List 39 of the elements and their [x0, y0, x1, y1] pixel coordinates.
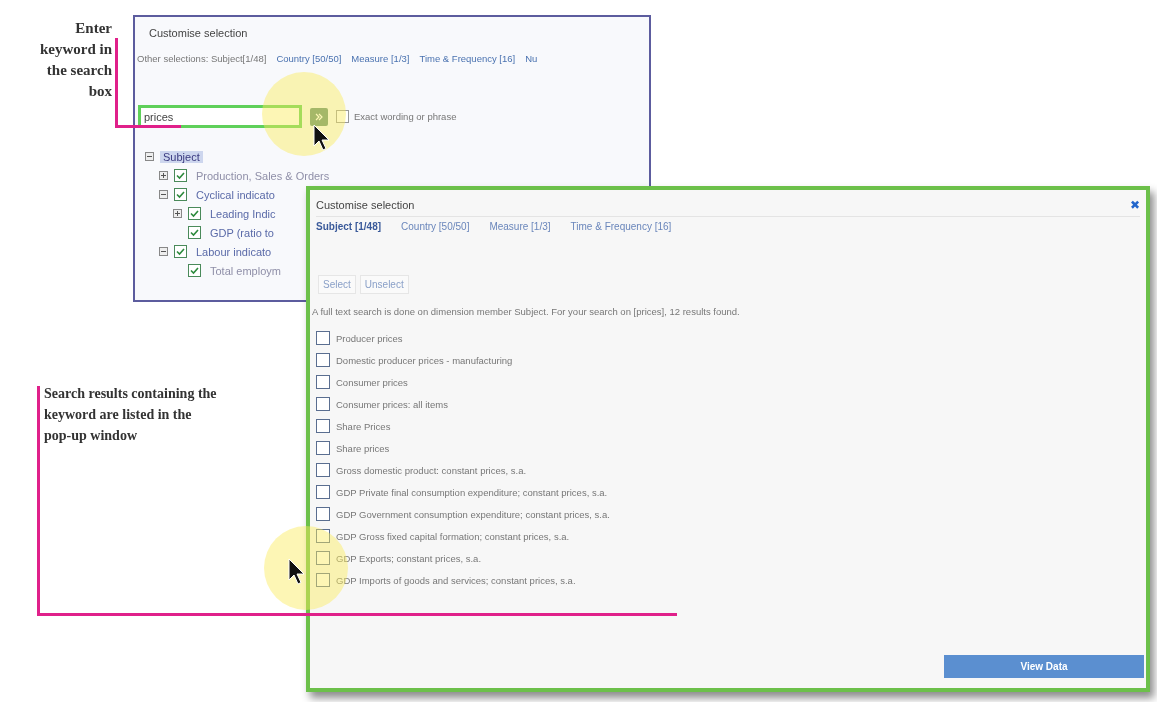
tab[interactable]: Subject [1/48] — [316, 221, 382, 232]
checkbox-label: Exact wording or phrase — [354, 111, 457, 122]
result-label: GDP Private final consumption expenditure; constant prices, s.a. — [336, 486, 608, 498]
tab[interactable]: Country [50/50] — [401, 221, 470, 232]
search-field[interactable]: prices — [138, 105, 302, 128]
callout-text: Enter keyword in the search box — [38, 19, 112, 101]
tree-item[interactable]: Labour indicato — [193, 245, 275, 258]
tree-item[interactable]: GDP (ratio to — [207, 226, 277, 239]
result-label: Producer prices — [336, 332, 403, 344]
result-label: GDP Gross fixed capital formation; constant prices, s.a. — [336, 530, 570, 542]
select-button[interactable]: Unselect — [359, 275, 409, 294]
results-info: A full text search is done on dimension member Subject. For your search on [prices], 12 results found. — [312, 306, 741, 317]
select-button[interactable]: Select — [318, 275, 356, 294]
result-label: GDP Exports; constant prices, s.a. — [336, 552, 482, 564]
tree-item[interactable]: Total employm — [207, 264, 284, 277]
callout-text: Search results containing the keyword are listed in the pop-up window — [44, 385, 218, 445]
dimension-link[interactable]: Time & Frequency [16] — [419, 53, 516, 64]
tree-item[interactable]: Cyclical indicato — [193, 188, 278, 201]
dialog-title: Customise selection — [316, 199, 415, 211]
dimension-link[interactable]: Country [50/50] — [276, 53, 342, 64]
result-label: Share prices — [336, 442, 390, 454]
tree-item[interactable]: Subject — [160, 150, 203, 163]
tab[interactable]: Measure [1/3] — [489, 221, 551, 232]
view-data-button[interactable]: View Data — [944, 655, 1144, 678]
result-label: GDP Government consumption expenditure; constant prices, s.a. — [336, 508, 610, 520]
tree-item[interactable]: Production, Sales & Orders — [193, 169, 333, 182]
result-label: Consumer prices: all items — [336, 398, 448, 410]
result-label: Consumer prices — [336, 376, 408, 388]
tab[interactable]: Time & Frequency [16] — [570, 221, 672, 232]
dialog-title: Customise selection — [149, 27, 248, 39]
result-label: Domestic producer prices - manufacturing — [336, 354, 513, 366]
close-button[interactable]: ✖ — [1129, 198, 1140, 212]
result-label: Gross domestic product: constant prices, s.a. — [336, 464, 527, 476]
result-label: Share Prices — [336, 420, 391, 432]
dimension-link[interactable]: Nu — [525, 53, 538, 64]
selections-label: Other selections: Subject[1/48] — [137, 53, 267, 64]
dimension-link[interactable]: Measure [1/3] — [351, 53, 410, 64]
result-label: GDP Imports of goods and services; constant prices, s.a. — [336, 574, 576, 586]
tree-item[interactable]: Leading Indic — [207, 207, 279, 220]
